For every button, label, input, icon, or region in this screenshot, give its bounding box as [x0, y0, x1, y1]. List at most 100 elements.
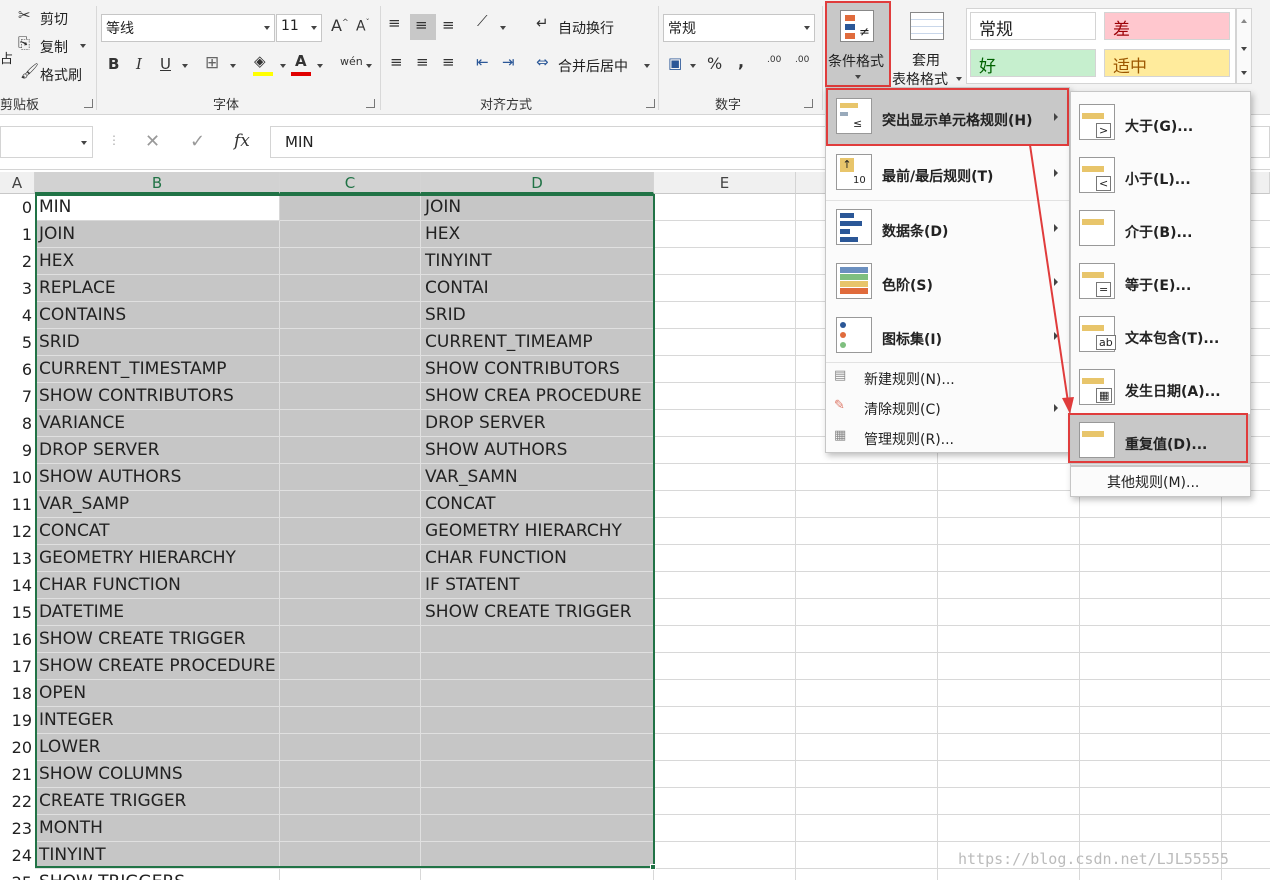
cell-h[interactable] [1080, 734, 1222, 761]
cell-c[interactable] [280, 518, 421, 545]
cell-h[interactable] [1080, 572, 1222, 599]
cell-e[interactable] [654, 518, 796, 545]
cell-e[interactable] [654, 707, 796, 734]
cell-g[interactable] [938, 761, 1080, 788]
cell-e[interactable] [654, 437, 796, 464]
cell-d[interactable]: SRID [421, 302, 654, 329]
cell-b[interactable]: DATETIME [35, 599, 280, 626]
font-launcher-icon[interactable] [366, 99, 375, 108]
cell-i[interactable] [1222, 842, 1270, 869]
shrink-font-icon[interactable]: Aˇ [356, 19, 370, 34]
grow-font-icon[interactable]: A^ [331, 18, 349, 34]
cell-d[interactable]: IF STATENT [421, 572, 654, 599]
cell-c[interactable] [280, 329, 421, 356]
cell-h[interactable] [1080, 518, 1222, 545]
cell-i[interactable] [1222, 761, 1270, 788]
cell-d[interactable] [421, 842, 654, 869]
cell-d[interactable]: SHOW CREATE TRIGGER [421, 599, 654, 626]
cell-f[interactable] [796, 518, 938, 545]
cell-b[interactable]: SHOW AUTHORS [35, 464, 280, 491]
style-normal[interactable]: 常规 [970, 12, 1096, 40]
cell-f[interactable] [796, 761, 938, 788]
row-header[interactable]: 3 [0, 275, 35, 302]
cell-d[interactable]: CURRENT_TIMEAMP [421, 329, 654, 356]
cell-e[interactable] [654, 572, 796, 599]
cell-d[interactable]: GEOMETRY HIERARCHY [421, 518, 654, 545]
cell-g[interactable] [938, 653, 1080, 680]
cell-e[interactable] [654, 329, 796, 356]
cell-i[interactable] [1222, 653, 1270, 680]
row-header[interactable]: 13 [0, 545, 35, 572]
row-header[interactable]: 20 [0, 734, 35, 761]
cell-b[interactable]: GEOMETRY HIERARCHY [35, 545, 280, 572]
wrap-text-button[interactable]: 自动换行 [558, 18, 614, 38]
cell-f[interactable] [796, 464, 938, 491]
row-header[interactable]: 4 [0, 302, 35, 329]
cell-e[interactable] [654, 464, 796, 491]
cell-g[interactable] [938, 707, 1080, 734]
cell-c[interactable] [280, 599, 421, 626]
phonetic-dropdown-icon[interactable] [366, 64, 372, 68]
phonetic-icon[interactable]: wén [340, 56, 363, 67]
cell-d[interactable]: TINYINT [421, 248, 654, 275]
cell-d[interactable]: JOIN [421, 194, 654, 221]
cell-e[interactable] [654, 491, 796, 518]
cell-g[interactable] [938, 545, 1080, 572]
scroll-up-icon[interactable] [1241, 19, 1247, 23]
format-as-table-button[interactable]: 套用 表格格式 [890, 3, 962, 88]
cell-f[interactable] [796, 491, 938, 518]
fill-handle[interactable] [650, 864, 656, 870]
cell-f[interactable] [796, 869, 938, 880]
cell-e[interactable] [654, 221, 796, 248]
cell-c[interactable] [280, 869, 421, 880]
increase-indent-icon[interactable]: ⇥ [502, 55, 515, 70]
col-header-c[interactable]: C [280, 172, 421, 194]
style-bad[interactable]: 差 [1104, 12, 1230, 40]
cell-b[interactable]: SHOW CREATE TRIGGER [35, 626, 280, 653]
comma-button[interactable]: , [738, 54, 744, 70]
cell-f[interactable] [796, 626, 938, 653]
cell-g[interactable] [938, 518, 1080, 545]
cell-e[interactable] [654, 356, 796, 383]
cell-c[interactable] [280, 842, 421, 869]
cell-d[interactable] [421, 680, 654, 707]
cell-h[interactable] [1080, 680, 1222, 707]
row-header[interactable]: 23 [0, 815, 35, 842]
cell-c[interactable] [280, 572, 421, 599]
cell-c[interactable] [280, 302, 421, 329]
cell-b[interactable]: CONTAINS [35, 302, 280, 329]
fill-dropdown-icon[interactable] [280, 64, 286, 68]
name-box[interactable] [0, 126, 93, 158]
cell-b[interactable]: VARIANCE [35, 410, 280, 437]
sub-item-equal[interactable]: = 等于(E)... [1071, 255, 1250, 308]
cell-i[interactable] [1222, 518, 1270, 545]
cell-b[interactable]: SRID [35, 329, 280, 356]
cell-g[interactable] [938, 626, 1080, 653]
cell-f[interactable] [796, 842, 938, 869]
sub-item-date-occurring[interactable]: ▦ 发生日期(A)... [1071, 361, 1250, 414]
increase-decimal-icon[interactable]: .00 [767, 56, 781, 65]
cell-c[interactable] [280, 410, 421, 437]
font-name-select[interactable]: 等线 [101, 14, 275, 42]
row-header[interactable]: 24 [0, 842, 35, 869]
cell-d[interactable] [421, 734, 654, 761]
row-header[interactable]: 17 [0, 653, 35, 680]
format-painter-button[interactable]: 格式刷 [40, 65, 82, 85]
cell-f[interactable] [796, 788, 938, 815]
col-header-e[interactable]: E [654, 172, 796, 194]
align-middle-button[interactable]: ≡ [410, 14, 436, 40]
font-color-dropdown-icon[interactable] [317, 64, 323, 68]
enter-icon[interactable]: ✓ [190, 133, 205, 151]
row-header[interactable]: 7 [0, 383, 35, 410]
cell-e[interactable] [654, 734, 796, 761]
decrease-decimal-icon[interactable]: .00 [795, 56, 809, 65]
cell-d[interactable]: SHOW CONTRIBUTORS [421, 356, 654, 383]
gallery-more-icon[interactable] [1241, 71, 1247, 75]
cell-f[interactable] [796, 815, 938, 842]
cell-f[interactable] [796, 707, 938, 734]
underline-dropdown-icon[interactable] [182, 64, 188, 68]
cell-f[interactable] [796, 599, 938, 626]
percent-button[interactable]: % [707, 56, 722, 72]
cell-i[interactable] [1222, 815, 1270, 842]
cell-i[interactable] [1222, 545, 1270, 572]
